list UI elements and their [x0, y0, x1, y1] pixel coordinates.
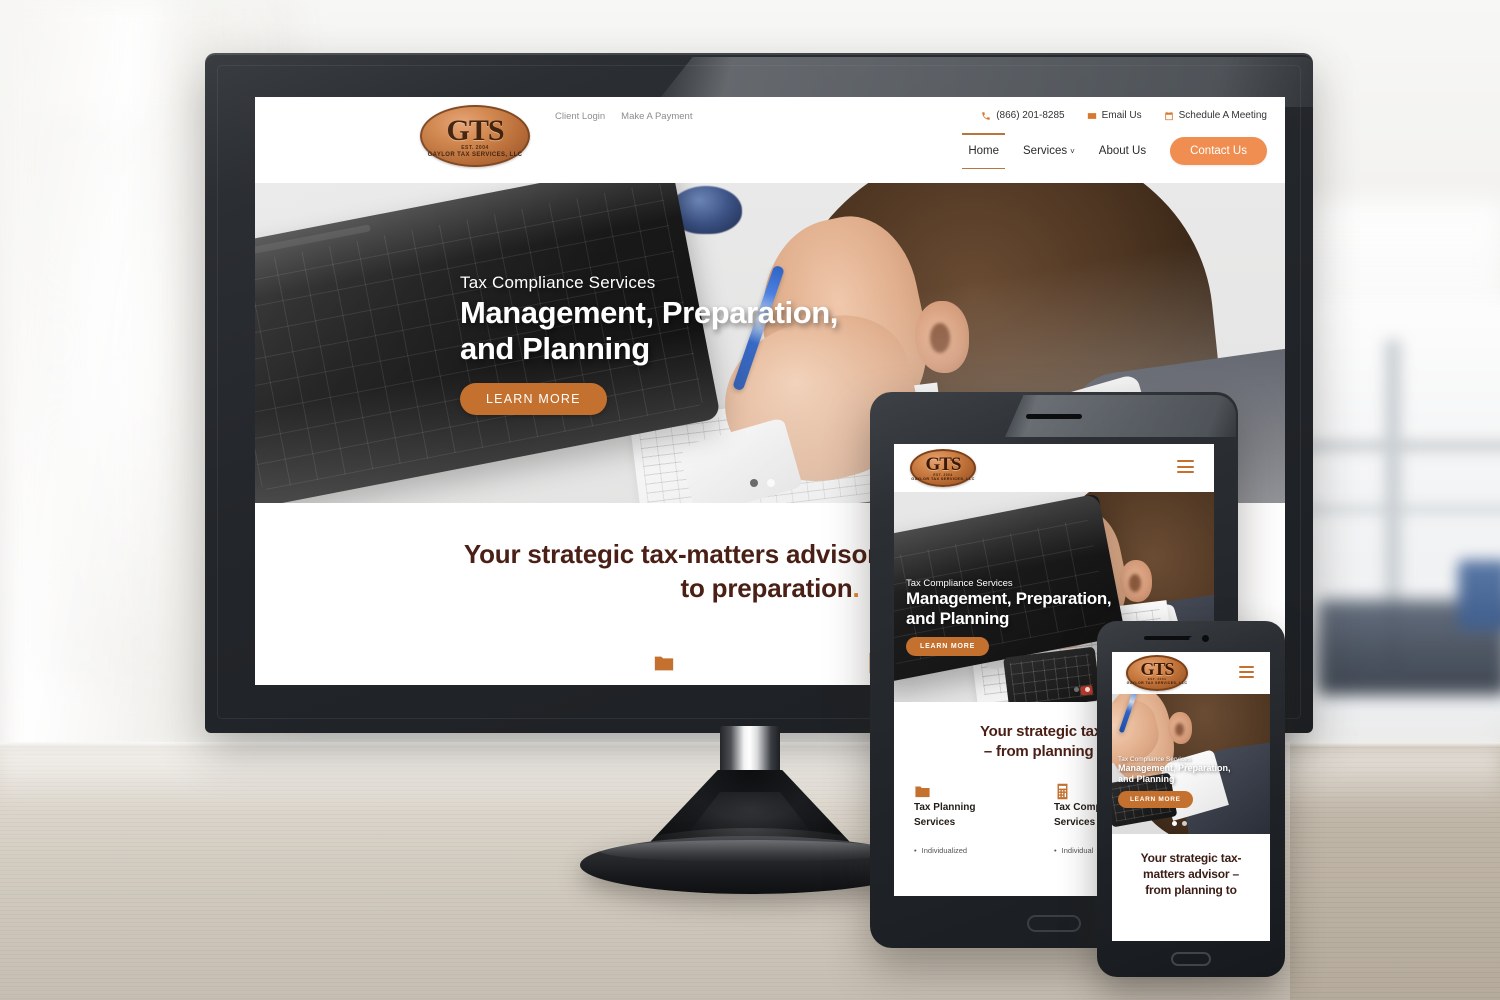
- schedule-meeting-item[interactable]: Schedule A Meeting: [1164, 110, 1267, 121]
- nav-home-label: Home: [968, 145, 1000, 157]
- site-header: GTS EST. 2004 GAYLOR TAX SERVICES, LLC C…: [255, 97, 1285, 183]
- phone-sensor: [1189, 637, 1193, 641]
- hero-kicker: Tax Compliance Services: [1118, 756, 1191, 763]
- tablet-speaker-grille: [1026, 414, 1082, 419]
- hero-title-line-2: and Planning: [906, 608, 1010, 628]
- email-us-text: Email Us: [1101, 110, 1142, 121]
- carousel-pagination: [750, 479, 775, 487]
- learn-more-button[interactable]: LEARN MORE: [1118, 790, 1193, 808]
- carousel-dot-2[interactable]: [767, 479, 775, 487]
- phone-site-logo[interactable]: GTS EST. 2004 GAYLOR TAX SERVICES, LLC: [1126, 655, 1188, 691]
- hamburger-menu-icon[interactable]: [1177, 460, 1194, 477]
- phone-screen: GTS EST. 2004 GAYLOR TAX SERVICES, LLC T…: [1112, 652, 1270, 941]
- service-card-title: Tax Planning Services: [914, 802, 976, 828]
- phone-home-button[interactable]: [1171, 952, 1211, 966]
- photo-person-ear-inner: [1129, 574, 1141, 592]
- carousel-dot-1[interactable]: [750, 479, 758, 487]
- photo-person-ear-inner: [930, 323, 950, 353]
- monitor-stand-base-gloss: [600, 840, 900, 862]
- contact-bar: (866) 201-8285 Email Us Schedule A Meeti…: [981, 110, 1267, 121]
- phone-number-text: (866) 201-8285: [996, 110, 1065, 121]
- tablet-home-button[interactable]: [1027, 915, 1081, 932]
- carousel-dot-1[interactable]: [1074, 687, 1079, 692]
- hero-kicker: Tax Compliance Services: [460, 273, 656, 292]
- phone-mockup: GTS EST. 2004 GAYLOR TAX SERVICES, LLC T…: [1097, 621, 1285, 977]
- photo-person-ear-inner: [1175, 723, 1184, 736]
- hero-title-line-1: Management, Preparation,: [1118, 763, 1231, 773]
- phone-hero-content: Tax Compliance Services Management, Prep…: [1118, 756, 1231, 808]
- phone-speaker-grille: [1144, 636, 1193, 640]
- envelope-icon: [1087, 111, 1097, 121]
- nav-item-home[interactable]: Home: [962, 133, 1005, 169]
- hero-kicker: Tax Compliance Services: [906, 578, 1013, 589]
- phone-hero-carousel: Tax Compliance Services Management, Prep…: [1112, 694, 1270, 834]
- service-card-tax-planning[interactable]: Tax Planning Services Individualized: [914, 783, 1010, 857]
- phone-intro-heading: Your strategic tax- matters advisor – fr…: [1124, 850, 1258, 899]
- nav-services-label: Services: [1023, 145, 1068, 157]
- phone-front-camera: [1202, 635, 1210, 642]
- chevron-down-icon: ˅: [1070, 147, 1075, 156]
- phone-site-header: GTS EST. 2004 GAYLOR TAX SERVICES, LLC: [1112, 652, 1270, 694]
- phone-heading-line-2: matters advisor –: [1143, 867, 1239, 882]
- background-vase: [1458, 560, 1500, 630]
- hero-title-line-2: and Planning: [460, 330, 650, 366]
- hero-content: Tax Compliance Services Management, Prep…: [460, 273, 838, 415]
- folder-icon[interactable]: [653, 652, 675, 674]
- intro-heading-period: .: [852, 573, 860, 604]
- hero-title-line-1: Management, Preparation,: [906, 589, 1112, 608]
- carousel-dot-2[interactable]: [1182, 821, 1187, 826]
- carousel-pagination: [1172, 821, 1187, 826]
- hero-title: Management, Preparation, and Planning: [906, 589, 1112, 628]
- service-bullet: Individualized: [914, 846, 1010, 857]
- nav-about-label: About Us: [1098, 145, 1147, 157]
- contact-us-button[interactable]: Contact Us: [1170, 137, 1267, 165]
- learn-more-button[interactable]: LEARN MORE: [460, 382, 607, 415]
- folder-icon: [914, 783, 1010, 800]
- logo-established-year: EST. 2004: [461, 145, 489, 151]
- phone-icon: [981, 111, 991, 121]
- hero-title: Management, Preparation, and Planning: [1118, 763, 1231, 785]
- service-card-bullets: Individualized: [914, 846, 1010, 857]
- carousel-dot-1[interactable]: [1172, 821, 1177, 826]
- tablet-site-header: GTS EST. 2004 GAYLOR TAX SERVICES, LLC: [894, 444, 1214, 492]
- learn-more-button[interactable]: LEARN MORE: [906, 637, 990, 657]
- make-a-payment-link[interactable]: Make A Payment: [621, 111, 692, 122]
- hero-title: Management, Preparation, and Planning: [460, 295, 838, 367]
- carousel-pagination: [1074, 687, 1090, 692]
- nav-item-about-us[interactable]: About Us: [1099, 137, 1146, 165]
- logo-initials: GTS: [446, 114, 504, 147]
- logo-company-name: GAYLOR TAX SERVICES, LLC: [911, 477, 975, 481]
- hamburger-menu-icon[interactable]: [1239, 666, 1254, 681]
- schedule-meeting-text: Schedule A Meeting: [1178, 110, 1267, 121]
- carousel-dot-2[interactable]: [1085, 687, 1090, 692]
- utility-nav: Client Login Make A Payment: [555, 111, 692, 122]
- hero-title-line-1: Management, Preparation,: [460, 295, 838, 330]
- nav-item-services[interactable]: Services ˅: [1023, 137, 1075, 165]
- logo-company-name: GAYLOR TAX SERVICES, LLC: [427, 152, 523, 158]
- phone-intro-section: Your strategic tax- matters advisor – fr…: [1112, 834, 1270, 899]
- calendar-icon: [1164, 111, 1174, 121]
- logo-company-name: GAYLOR TAX SERVICES, LLC: [1126, 681, 1188, 685]
- email-contact-item[interactable]: Email Us: [1087, 110, 1142, 121]
- phone-contact-item[interactable]: (866) 201-8285: [981, 110, 1065, 121]
- main-navigation: Home Services ˅ About Us Contact Us: [962, 133, 1267, 169]
- tablet-hero-content: Tax Compliance Services Management, Prep…: [906, 578, 1112, 657]
- client-login-link[interactable]: Client Login: [555, 111, 605, 122]
- phone-heading-line-3: from planning to: [1145, 883, 1237, 898]
- phone-heading-line-1: Your strategic tax-: [1140, 851, 1242, 865]
- hero-title-line-2: and Planning: [1118, 773, 1175, 784]
- tablet-site-logo[interactable]: GTS EST. 2004 GAYLOR TAX SERVICES, LLC: [910, 449, 976, 487]
- site-logo[interactable]: GTS EST. 2004 GAYLOR TAX SERVICES, LLC: [420, 105, 530, 167]
